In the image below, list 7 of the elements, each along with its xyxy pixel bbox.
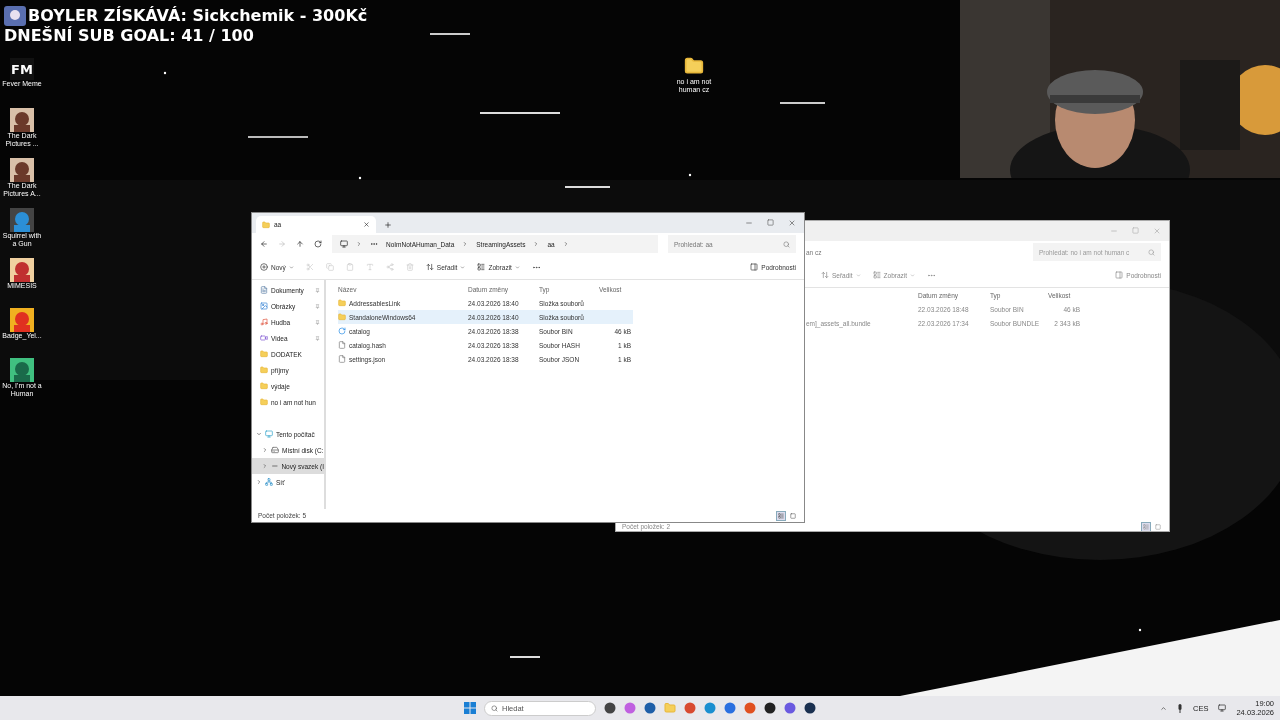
chevron-up-icon[interactable] <box>1160 704 1168 712</box>
app-icon[interactable] <box>764 702 776 714</box>
folder-icon[interactable] <box>664 702 676 714</box>
monitor-icon[interactable] <box>1218 704 1227 712</box>
windows-logo-icon[interactable] <box>464 702 476 714</box>
microphone-icon[interactable] <box>1177 703 1184 713</box>
search-icon <box>491 704 498 712</box>
